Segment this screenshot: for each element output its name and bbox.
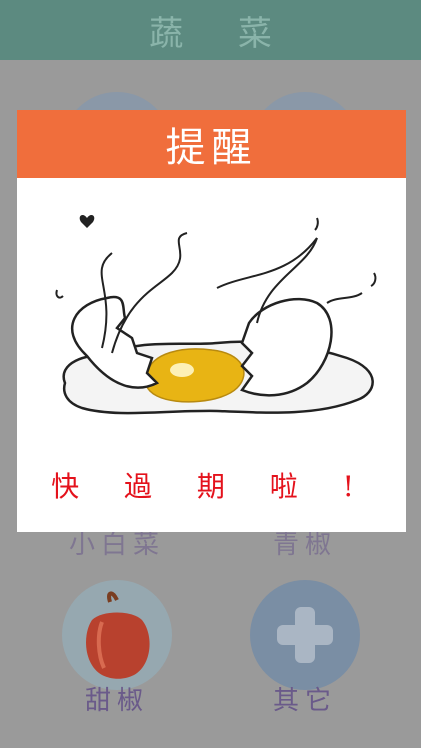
app-header: 蔬 菜	[0, 0, 421, 60]
reminder-dialog[interactable]: 提醒 快 過 期 啦 !	[17, 110, 406, 532]
dialog-header: 提醒	[17, 110, 406, 178]
dialog-title: 提醒	[165, 125, 258, 171]
grid-item-label-other[interactable]: 其它	[235, 680, 375, 717]
grid-item-label-bell-pepper[interactable]: 甜椒	[47, 680, 187, 717]
dialog-message: 快 過 期 啦 !	[51, 470, 372, 503]
bell-pepper-icon[interactable]	[62, 580, 172, 690]
page-title: 蔬 菜	[149, 13, 294, 54]
cracked-egg-icon	[55, 215, 377, 415]
plus-icon[interactable]	[250, 580, 360, 690]
